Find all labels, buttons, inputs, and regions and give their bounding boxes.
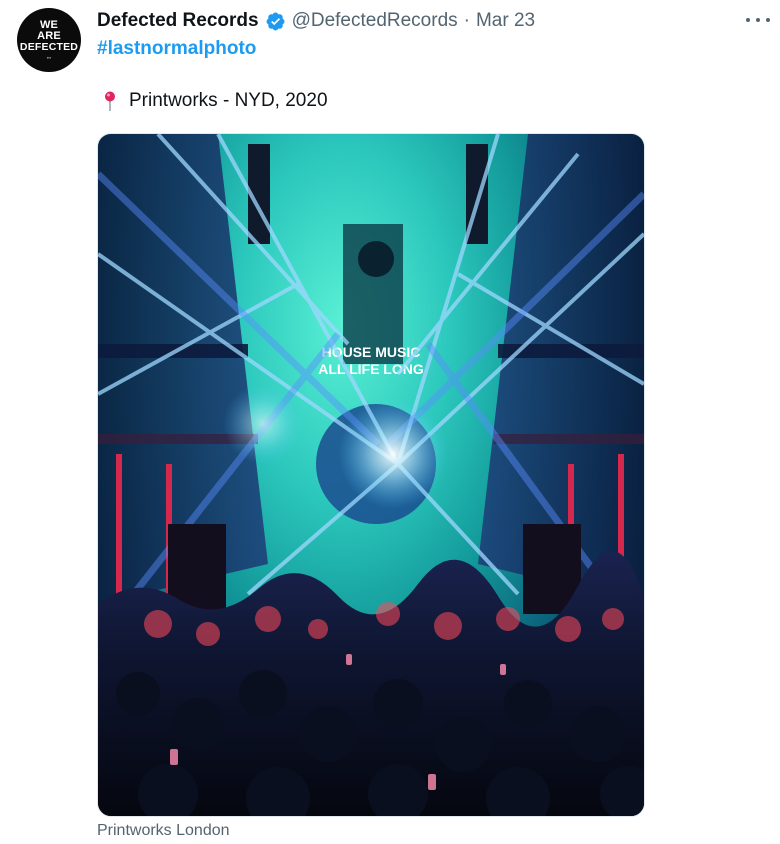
display-name[interactable]: Defected Records — [97, 10, 259, 32]
media-caption: Printworks London — [97, 822, 230, 839]
verified-badge-icon — [265, 11, 286, 32]
more-options-icon[interactable] — [746, 12, 770, 28]
location-line: Printworks - NYD, 2020 — [97, 90, 328, 112]
user-handle[interactable]: @DefectedRecords — [292, 10, 458, 32]
hashtag-link[interactable]: #lastnormalphoto — [97, 38, 256, 60]
more-dot-3 — [766, 18, 770, 22]
tweet-photo[interactable]: HOUSE MUSIC ALL LIFE LONG — [97, 133, 645, 817]
more-dot-2 — [756, 18, 760, 22]
more-dot-1 — [746, 18, 750, 22]
separator-dot: · — [463, 10, 470, 31]
avatar-line-3: DEFECTED — [19, 41, 79, 54]
avatar-mark: ▪▪▪ — [46, 54, 52, 60]
round-pushpin-icon — [102, 90, 118, 112]
tweet-date[interactable]: Mar 23 — [476, 10, 535, 32]
tweet-header: Defected Records @DefectedRecords · Mar … — [97, 8, 535, 34]
concert-photo-illustration: HOUSE MUSIC ALL LIFE LONG — [98, 134, 644, 816]
location-text: Printworks - NYD, 2020 — [129, 90, 328, 111]
profile-avatar[interactable]: WE ARE DEFECTED ▪▪▪ — [17, 8, 81, 72]
